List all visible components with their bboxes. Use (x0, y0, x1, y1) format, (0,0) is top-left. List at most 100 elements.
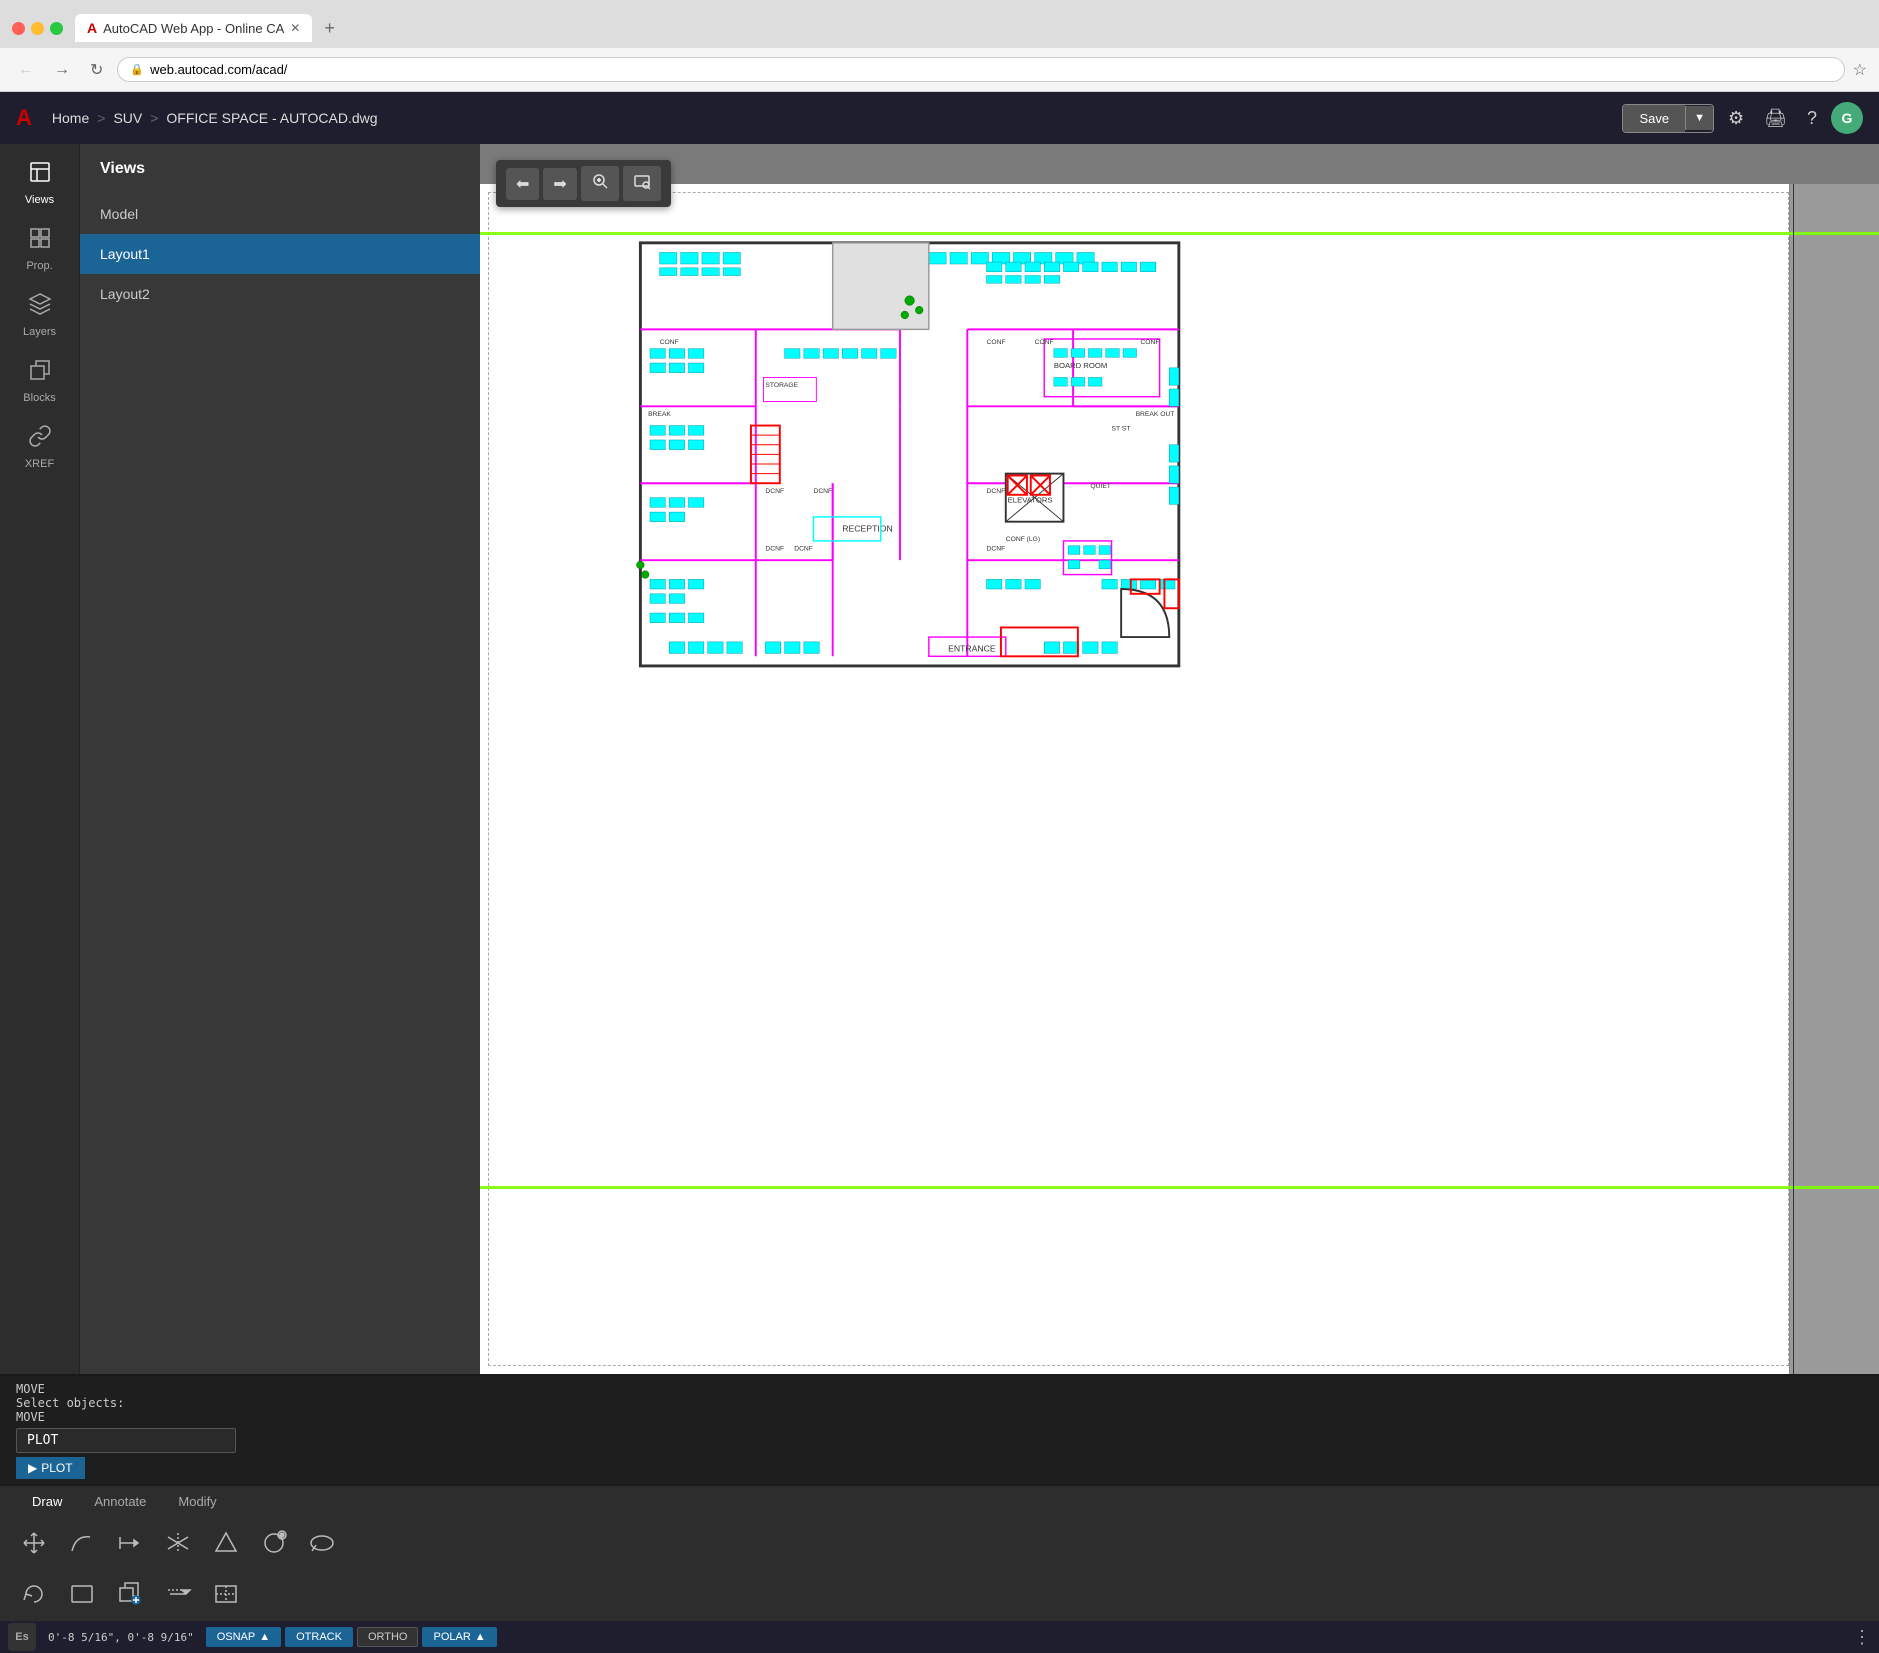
browser-chrome: A AutoCAD Web App - Online CA ✕ + ← → ↻ … (0, 0, 1879, 92)
floor-plan-svg[interactable]: BOARD ROOM CONF CONF CONF CONF DCNF DCNF… (560, 214, 1240, 714)
breadcrumb-suv[interactable]: SUV (113, 110, 142, 126)
tools-row-1 (0, 1519, 1879, 1570)
tool-tabs: Draw Annotate Modify (0, 1485, 1879, 1519)
views-list: Model Layout1 Layout2 (80, 194, 480, 314)
tab-close-button[interactable]: ✕ (290, 21, 300, 35)
sidebar-item-xref-label: XREF (25, 458, 54, 470)
otrack-button[interactable]: OTRACK (285, 1627, 353, 1647)
expand-plot-button[interactable]: ▶ PLOT (16, 1457, 85, 1479)
minimize-button[interactable] (31, 22, 44, 35)
zoom-window-button[interactable] (623, 166, 661, 201)
tab-modify[interactable]: Modify (162, 1486, 232, 1519)
svg-text:DCNF: DCNF (765, 488, 784, 495)
tools-row-2 (0, 1570, 1879, 1621)
green-line-bottom (480, 1186, 1879, 1189)
rotate-tool-button[interactable] (16, 1576, 52, 1615)
status-bar: Es 0'-8 5/16", 0'-8 9/16" OSNAP ▲ OTRACK… (0, 1621, 1879, 1653)
zoom-extents-button[interactable] (581, 166, 619, 201)
polygon-tool-button[interactable] (208, 1525, 244, 1564)
canvas-toolbar: ⬅ ➡ (496, 160, 671, 207)
sidebar-item-views[interactable]: Views (4, 152, 76, 214)
sidebar-item-xref[interactable]: XREF (4, 416, 76, 478)
line-tool-button[interactable] (112, 1525, 148, 1564)
arc-tool-button[interactable] (64, 1525, 100, 1564)
svg-text:CONF: CONF (660, 339, 679, 346)
close-button[interactable] (12, 22, 25, 35)
views-item-model[interactable]: Model (80, 194, 480, 234)
lock-icon: 🔒 (130, 63, 144, 76)
ellipse-tool-button[interactable] (304, 1525, 340, 1564)
url-bar[interactable]: 🔒 web.autocad.com/acad/ (117, 57, 1844, 82)
ortho-button[interactable]: ORTHO (357, 1627, 419, 1647)
canvas-white[interactable]: BOARD ROOM CONF CONF CONF CONF DCNF DCNF… (480, 184, 1879, 1374)
expand-label: PLOT (41, 1461, 72, 1475)
circle-tool-button[interactable] (256, 1525, 292, 1564)
blocks-icon (28, 358, 52, 388)
breadcrumb: Home > SUV > OFFICE SPACE - AUTOCAD.dwg (52, 110, 378, 126)
status-coordinates: 0'-8 5/16", 0'-8 9/16" (40, 1631, 202, 1644)
offset-tool-button[interactable] (160, 1576, 196, 1615)
properties-icon (28, 226, 52, 256)
svg-text:CONF: CONF (1140, 339, 1159, 346)
save-dropdown-button[interactable]: ▼ (1685, 106, 1713, 130)
settings-button[interactable]: ⚙ (1722, 102, 1750, 135)
trim-tool-button[interactable] (160, 1525, 196, 1564)
sidebar-item-layers[interactable]: Layers (4, 284, 76, 346)
breadcrumb-file[interactable]: OFFICE SPACE - AUTOCAD.dwg (166, 110, 377, 126)
forward-button[interactable]: → (48, 57, 76, 83)
xref-icon (28, 424, 52, 454)
user-avatar[interactable]: G (1831, 102, 1863, 134)
sidebar-item-properties-label: Prop. (26, 260, 52, 272)
otrack-label: OTRACK (296, 1631, 342, 1643)
tab-title: AutoCAD Web App - Online CA (103, 21, 284, 36)
ortho-label: ORTHO (368, 1631, 408, 1643)
polar-button[interactable]: POLAR ▲ (422, 1627, 496, 1647)
views-item-layout1[interactable]: Layout1 (80, 234, 480, 274)
block-insert-button[interactable] (112, 1576, 148, 1615)
layers-icon (28, 292, 52, 322)
back-button[interactable]: ← (12, 57, 40, 83)
print-button[interactable]: 🖨 (1758, 102, 1793, 135)
refresh-button[interactable]: ↻ (84, 56, 109, 84)
new-tab-button[interactable]: + (316, 14, 343, 43)
polar-arrow: ▲ (475, 1631, 486, 1643)
green-line-top (480, 232, 1879, 235)
views-panel: Views Model Layout1 Layout2 (80, 144, 480, 1374)
active-tab[interactable]: A AutoCAD Web App - Online CA ✕ (75, 14, 312, 42)
help-button[interactable]: ? (1801, 102, 1823, 135)
app: A Home > SUV > OFFICE SPACE - AUTOCAD.dw… (0, 92, 1879, 1653)
move-tool-button[interactable] (16, 1525, 52, 1564)
undo-zoom-button[interactable]: ⬅ (506, 168, 539, 200)
views-item-layout2[interactable]: Layout2 (80, 274, 480, 314)
osnap-button[interactable]: OSNAP ▲ (206, 1627, 281, 1647)
sidebar-item-blocks[interactable]: Blocks (4, 350, 76, 412)
sidebar-item-properties[interactable]: Prop. (4, 218, 76, 280)
status-es-icon: Es (8, 1623, 36, 1651)
expand-icon: ▶ (28, 1461, 37, 1475)
viewport-tool-button[interactable] (208, 1576, 244, 1615)
command-input-field[interactable] (16, 1428, 236, 1453)
tab-annotate[interactable]: Annotate (78, 1486, 162, 1519)
url-text: web.autocad.com/acad/ (150, 62, 287, 77)
rectangle-tool-button[interactable] (64, 1576, 100, 1615)
breadcrumb-home[interactable]: Home (52, 110, 89, 126)
left-sidebar: Views Prop. (0, 144, 80, 1374)
tab-draw[interactable]: Draw (16, 1486, 78, 1519)
svg-text:DCNF: DCNF (765, 546, 784, 553)
svg-text:BOARD ROOM: BOARD ROOM (1054, 361, 1107, 370)
status-more-button[interactable]: ⋮ (1853, 1627, 1871, 1648)
sidebar-item-layers-label: Layers (23, 326, 56, 338)
redo-zoom-button[interactable]: ➡ (543, 168, 576, 200)
maximize-button[interactable] (50, 22, 63, 35)
svg-text:CONF: CONF (1035, 339, 1054, 346)
app-logo: A (16, 105, 32, 131)
bookmark-button[interactable]: ☆ (1853, 60, 1867, 80)
app-toolbar: A Home > SUV > OFFICE SPACE - AUTOCAD.dw… (0, 92, 1879, 144)
polar-label: POLAR (433, 1631, 470, 1643)
svg-text:RECEPTION: RECEPTION (842, 523, 892, 533)
save-button[interactable]: Save (1623, 105, 1685, 132)
command-line1: MOVE (16, 1382, 1863, 1396)
command-line3: MOVE (16, 1410, 1863, 1424)
svg-text:DCNF: DCNF (987, 488, 1006, 495)
svg-text:CONF (LG): CONF (LG) (1006, 536, 1040, 543)
